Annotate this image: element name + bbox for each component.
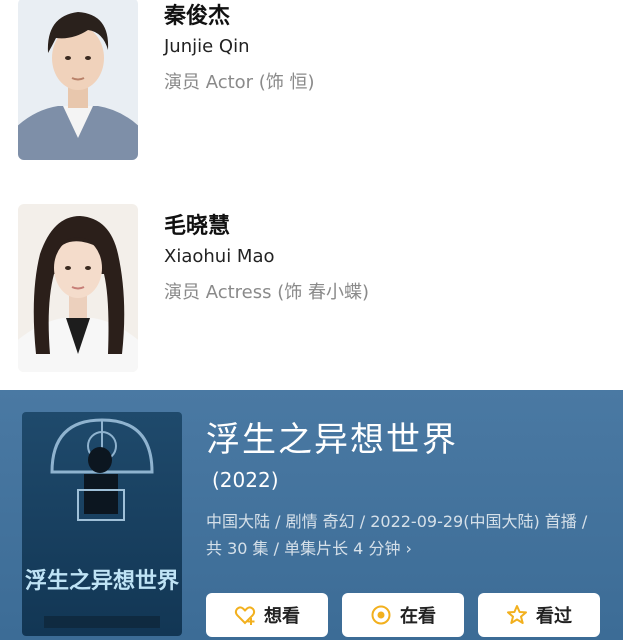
movie-title: 浮生之异想世界 <box>206 420 458 460</box>
watched-label: 看过 <box>536 606 572 627</box>
star-icon <box>506 604 528 626</box>
want-to-watch-button[interactable]: 想看 <box>206 593 328 637</box>
movie-meta[interactable]: 中国大陆 / 剧情 奇幻 / 2022-09-29(中国大陆) 首播 / 共 3… <box>206 508 606 562</box>
cast-role: 演员 Actor (饰 恒) <box>164 72 315 93</box>
cast-item[interactable]: 毛晓慧 Xiaohui Mao 演员 Actress (饰 春小蝶) <box>18 204 608 372</box>
cast-name-en: Xiaohui Mao <box>164 246 275 267</box>
watching-button[interactable]: 在看 <box>342 593 464 637</box>
cast-name-en: Junjie Qin <box>164 36 250 57</box>
cast-name-cn[interactable]: 毛晓慧 <box>164 208 230 240</box>
movie-info-card: 浮生之异想世界 浮生之异想世界 (2022) 中国大陆 / 剧情 奇幻 / 20… <box>0 390 623 640</box>
action-bar: 想看 在看 看过 <box>206 593 606 637</box>
movie-poster[interactable]: 浮生之异想世界 <box>22 412 182 636</box>
watched-button[interactable]: 看过 <box>478 593 600 637</box>
heart-plus-icon <box>234 604 256 626</box>
cast-name-cn[interactable]: 秦俊杰 <box>164 0 230 30</box>
cast-role: 演员 Actress (饰 春小蝶) <box>164 282 369 303</box>
want-to-watch-label: 想看 <box>264 606 300 627</box>
eye-circle-icon <box>370 604 392 626</box>
watching-label: 在看 <box>400 606 436 627</box>
cast-item[interactable]: 秦俊杰 Junjie Qin 演员 Actor (饰 恒) <box>18 0 608 162</box>
cast-photo[interactable] <box>18 0 138 160</box>
poster-title-text: 浮生之异想世界 <box>25 568 179 594</box>
cast-photo[interactable] <box>18 204 138 372</box>
movie-year: (2022) <box>212 468 279 492</box>
cast-list: 秦俊杰 Junjie Qin 演员 Actor (饰 恒) 毛晓慧 Xiaohu… <box>0 0 623 390</box>
